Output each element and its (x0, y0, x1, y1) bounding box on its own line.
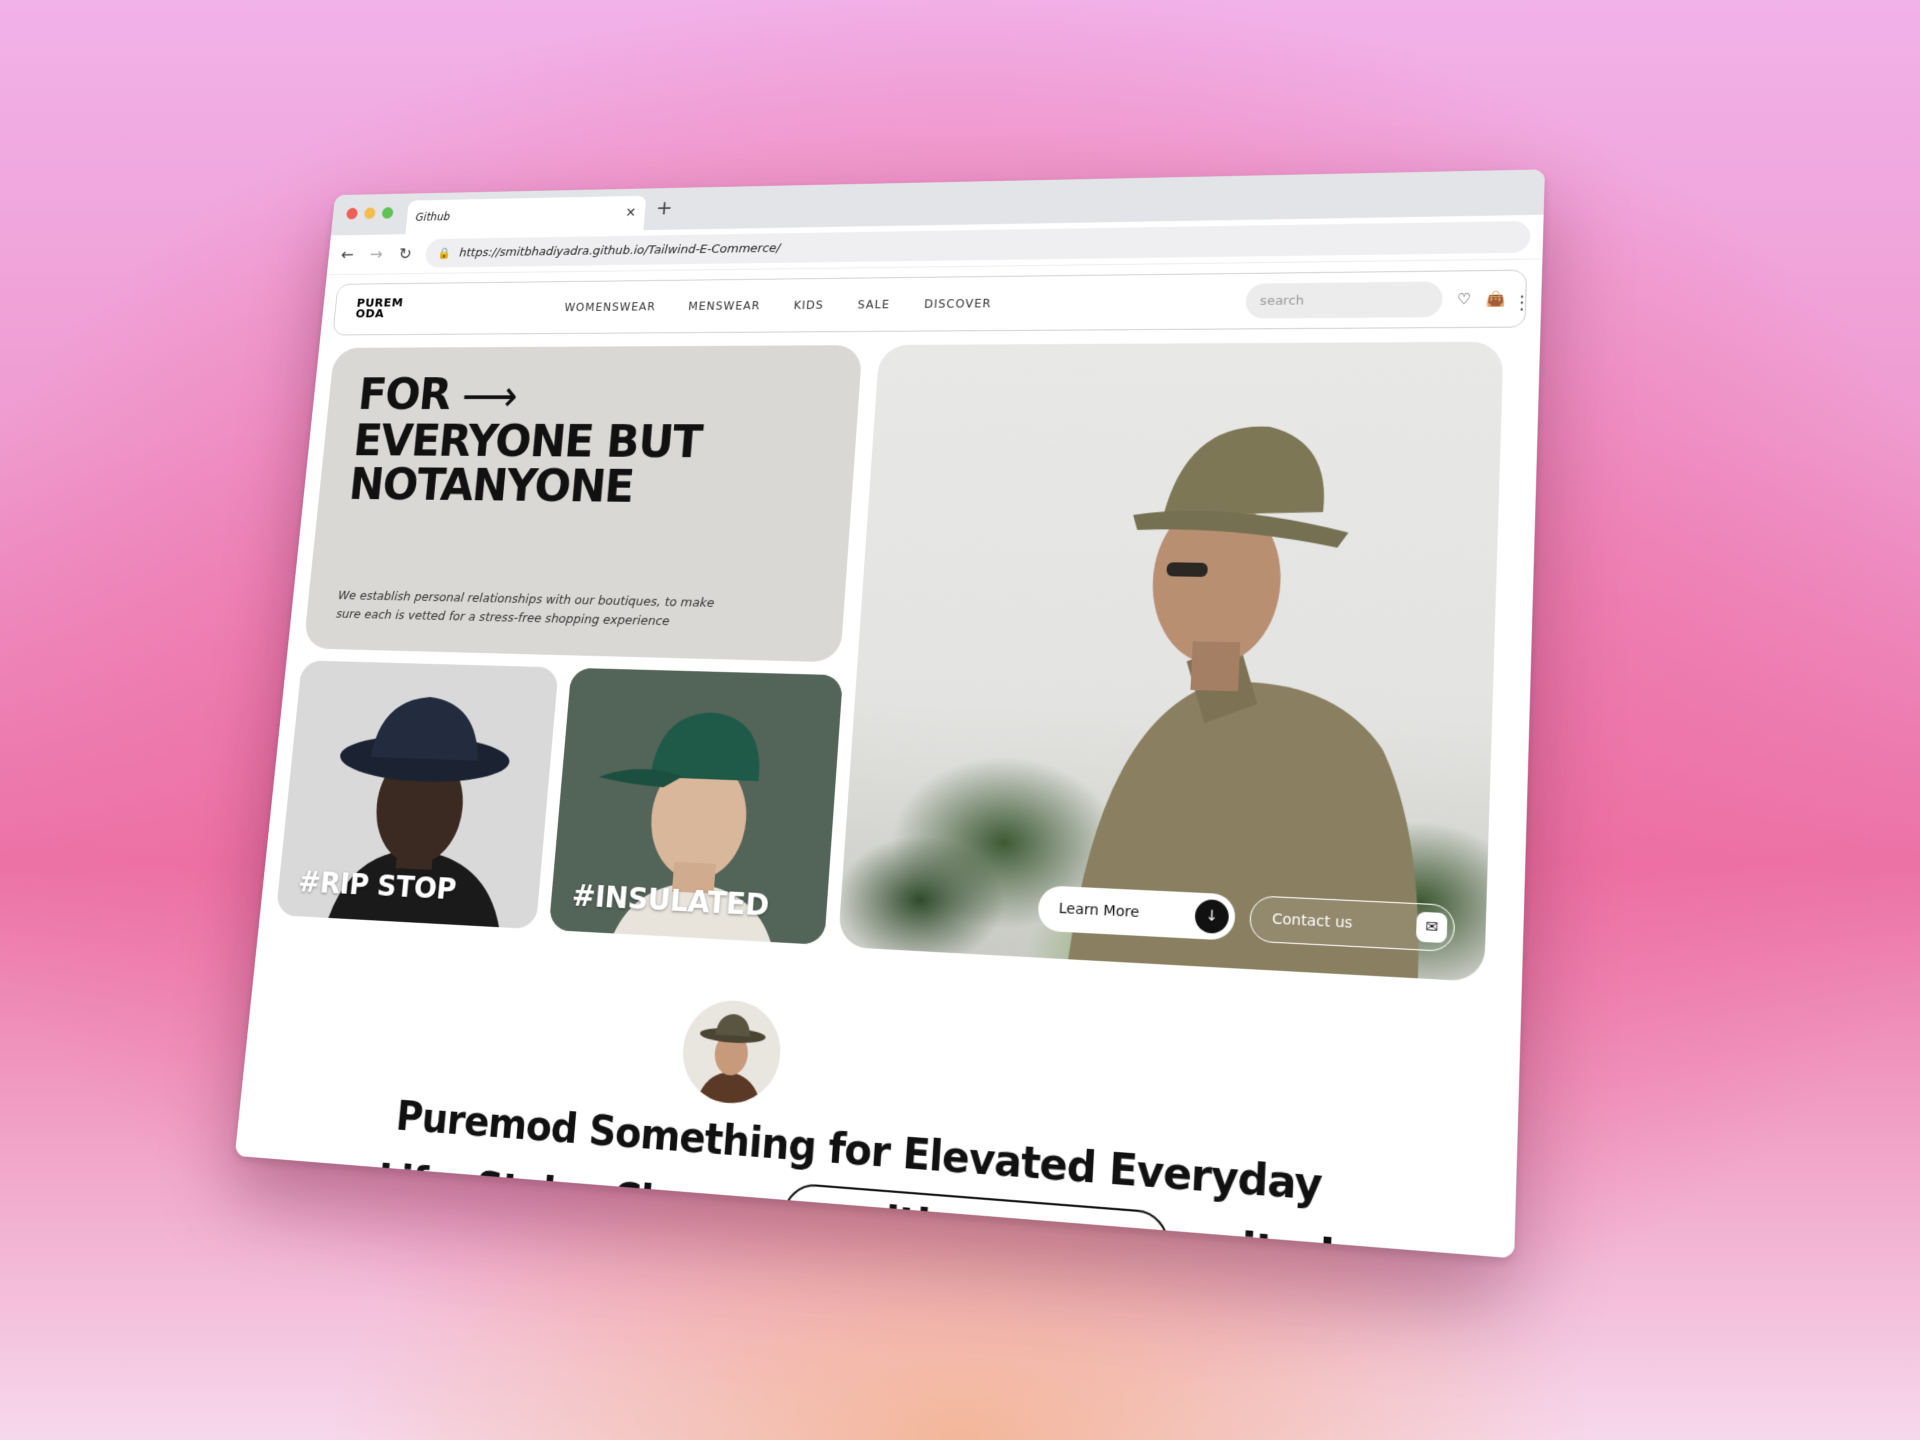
tagline-part-3: united (1181, 1219, 1335, 1259)
window-controls (346, 207, 394, 220)
shopping-bag-icon[interactable]: 👜 (1486, 290, 1506, 308)
avatar (679, 998, 784, 1107)
hero-card: FOR ⟶ EVERYONE BUT NOTANYONE We establish… (303, 345, 863, 663)
browser-window: Github ✕ + ← → ↻ 🔒 https://smitbhadiyadr… (234, 169, 1545, 1259)
hero-line-3: NOTANYONE (346, 458, 636, 514)
minimize-window-button[interactable] (363, 207, 376, 220)
tagline: Puremod Something for Elevated Everyday … (355, 1082, 1361, 1259)
nav-kids[interactable]: KIDS (793, 299, 824, 312)
lock-icon: 🔒 (437, 246, 452, 260)
nav-discover[interactable]: DISCOVER (924, 297, 992, 311)
browser-menu-icon[interactable]: ⋮ (1512, 292, 1532, 313)
logo-line-2: ODA (354, 307, 385, 322)
tab-title: Github (415, 210, 451, 224)
reload-icon[interactable]: ↻ (396, 244, 415, 263)
browser-tab[interactable]: Github ✕ (405, 195, 647, 235)
site-logo[interactable]: PUREM ODA (354, 296, 408, 322)
arrow-right-icon: ⟶ (459, 373, 519, 421)
model-fedora-image (679, 998, 784, 1107)
header-actions: search ♡ 👜 (1244, 281, 1507, 319)
forward-arrow-icon[interactable]: → (367, 245, 386, 264)
nav-womenswear[interactable]: WOMENSWEAR (564, 300, 656, 314)
hero-line-1: FOR (355, 369, 453, 420)
hero-subtitle: We establish personal relationships with… (335, 588, 715, 630)
web-page: PUREM ODA WOMENSWEAR MENSWEAR KIDS SALE … (234, 259, 1543, 1259)
hero-headline: FOR ⟶ EVERYONE BUT NOTANYONE (346, 369, 828, 514)
close-window-button[interactable] (346, 207, 359, 220)
new-tab-button[interactable]: + (655, 197, 673, 220)
contact-us-label: Contact us (1271, 911, 1353, 932)
learn-more-label: Learn More (1058, 900, 1140, 922)
model-khaki-hat-image (1068, 426, 1428, 979)
maximize-window-button[interactable] (381, 207, 394, 219)
site-header: PUREM ODA WOMENSWEAR MENSWEAR KIDS SALE … (332, 269, 1532, 336)
search-input[interactable]: search (1244, 281, 1443, 319)
back-arrow-icon[interactable]: ← (338, 245, 357, 264)
close-icon[interactable]: ✕ (625, 206, 637, 221)
nav-menswear[interactable]: MENSWEAR (688, 299, 761, 313)
url-text: https://smitbhadiyadra.github.io/Tailwin… (458, 241, 782, 260)
mail-icon: ✉ (1415, 911, 1448, 944)
nav-sale[interactable]: SALE (857, 298, 890, 311)
hero-photo: Learn More ↓ Contact us ✉ (837, 341, 1504, 982)
starburst-icon: ✸ (809, 1197, 837, 1237)
tile-rip-stop[interactable]: #RIP STOP (275, 660, 559, 930)
heart-icon[interactable]: ♡ (1457, 290, 1472, 308)
tile-insulated[interactable]: #INSULATED (548, 667, 844, 945)
main-nav: WOMENSWEAR MENSWEAR KIDS SALE DISCOVER (564, 297, 992, 314)
arrow-down-icon: ↓ (1194, 898, 1230, 935)
